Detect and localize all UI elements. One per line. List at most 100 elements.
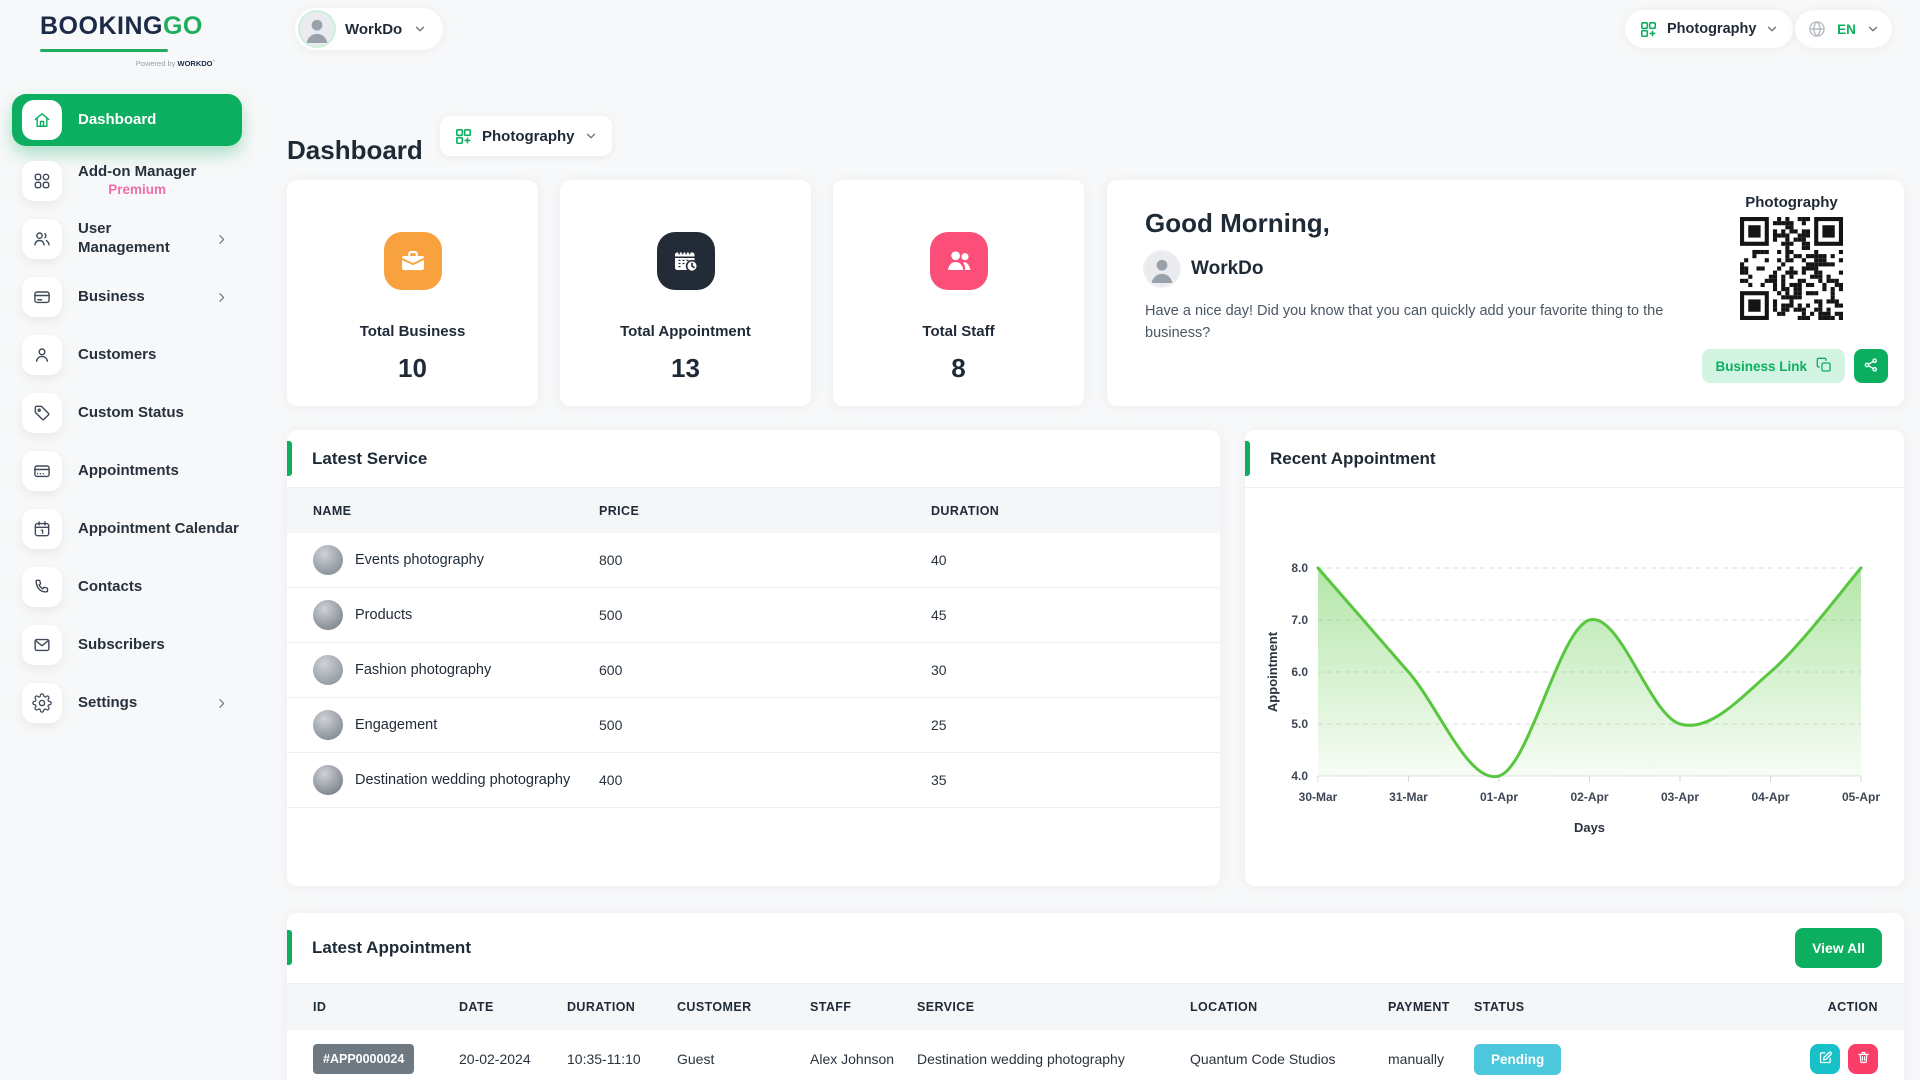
share-button[interactable]	[1854, 349, 1888, 383]
page-title: Dashboard	[287, 135, 423, 166]
service-name: Engagement	[355, 717, 437, 733]
chevron-down-icon	[413, 22, 427, 36]
credit-card-icon	[22, 277, 62, 317]
business-selector-dropdown[interactable]: Photography	[1625, 10, 1793, 48]
trash-icon	[1856, 1050, 1871, 1068]
appointment-id-badge[interactable]: #APP0000024	[313, 1044, 414, 1074]
service-duration: 25	[931, 717, 1194, 733]
sidebar-item-contacts[interactable]: Contacts	[12, 558, 242, 616]
service-table-header: NAMEPRICEDURATION	[287, 488, 1220, 533]
svg-text:03-Apr: 03-Apr	[1661, 790, 1699, 804]
recent-appointment-card: Recent Appointment 8.07.06.05.04.030-Mar…	[1245, 430, 1904, 886]
service-thumbnail	[313, 710, 343, 740]
service-price: 600	[599, 662, 931, 678]
user-icon	[22, 335, 62, 375]
service-row[interactable]: Fashion photography 60030	[287, 643, 1220, 698]
calendar-icon	[22, 509, 62, 549]
sidebar-item-settings[interactable]: Settings	[12, 674, 242, 732]
service-thumbnail	[313, 600, 343, 630]
sidebar-item-appointment-calendar[interactable]: Appointment Calendar	[12, 500, 242, 558]
app-logo: BOOKINGGO Powered by WORKDO`	[40, 14, 215, 68]
chevron-down-icon	[1866, 22, 1880, 36]
column-header: DATE	[459, 1000, 567, 1014]
briefcase-icon	[384, 232, 442, 290]
sidebar-item-label: User Management	[78, 220, 199, 258]
appointment-staff: Alex Johnson	[810, 1051, 917, 1067]
page-business-filter-dropdown[interactable]: Photography	[440, 116, 612, 156]
latest-appointment-title: Latest Appointment	[312, 938, 471, 958]
column-header: ACTION	[1761, 1000, 1878, 1014]
edit-button[interactable]	[1810, 1044, 1840, 1074]
service-name: Destination wedding photography	[355, 772, 570, 788]
logo-text: BOOKINGGO	[40, 14, 215, 39]
stat-card-total-staff: Total Staff8	[833, 180, 1084, 406]
service-row[interactable]: Destination wedding photography40035	[287, 753, 1220, 808]
appointment-payment: manually	[1388, 1051, 1474, 1067]
appointment-table-header: IDDATEDURATIONCUSTOMERSTAFFSERVICELOCATI…	[287, 984, 1904, 1030]
sidebar-item-label: Dashboard	[78, 111, 156, 130]
home-icon	[22, 100, 62, 140]
service-duration: 40	[931, 552, 1194, 568]
sidebar-item-business[interactable]: Business	[12, 268, 242, 326]
latest-service-title: Latest Service	[312, 449, 427, 469]
svg-text:Appointment: Appointment	[1265, 631, 1280, 712]
sidebar-item-custom-status[interactable]: Custom Status	[12, 384, 242, 442]
stat-card-total-business: Total Business10	[287, 180, 538, 406]
sidebar-item-customers[interactable]: Customers	[12, 326, 242, 384]
svg-text:02-Apr: 02-Apr	[1570, 790, 1608, 804]
stat-label: Total Business	[360, 323, 466, 340]
calendar-clock-icon	[657, 232, 715, 290]
appointment-chart: 8.07.06.05.04.030-Mar31-Mar01-Apr02-Apr0…	[1263, 526, 1883, 861]
column-header: ID	[313, 1000, 459, 1014]
chevron-down-icon	[1765, 22, 1779, 36]
business-link-copy-button[interactable]: Business Link	[1702, 349, 1845, 383]
sidebar-item-appointments[interactable]: Appointments	[12, 442, 242, 500]
svg-text:4.0: 4.0	[1291, 769, 1308, 783]
service-price: 500	[599, 717, 931, 733]
chevron-down-icon	[584, 129, 598, 143]
sidebar-item-dashboard[interactable]: Dashboard	[12, 94, 242, 146]
service-row[interactable]: Events photography80040	[287, 533, 1220, 588]
svg-text:5.0: 5.0	[1291, 717, 1308, 731]
latest-service-card: Latest Service NAMEPRICEDURATION Events …	[287, 430, 1220, 886]
sidebar-item-label: Contacts	[78, 578, 142, 597]
section-accent-bar	[1245, 441, 1250, 476]
svg-text:8.0: 8.0	[1291, 561, 1308, 575]
service-row[interactable]: Products50045	[287, 588, 1220, 643]
service-thumbnail	[313, 545, 343, 575]
workspace-dropdown[interactable]: WorkDo	[295, 8, 443, 50]
service-row[interactable]: Engagement 50025	[287, 698, 1220, 753]
recent-appointment-title: Recent Appointment	[1270, 449, 1436, 469]
chevron-right-icon	[215, 233, 228, 246]
delete-button[interactable]	[1848, 1044, 1878, 1074]
business-selector-label: Photography	[1667, 21, 1756, 37]
edit-icon	[1818, 1050, 1833, 1068]
greeting-user-name: WorkDo	[1191, 258, 1263, 280]
view-all-button[interactable]: View All	[1795, 928, 1882, 968]
svg-text:6.0: 6.0	[1291, 665, 1308, 679]
column-header: DURATION	[931, 504, 1194, 518]
users-icon	[22, 219, 62, 259]
service-duration: 45	[931, 607, 1194, 623]
sidebar-item-add-on-manager[interactable]: Add-on ManagerPremium	[12, 152, 242, 210]
grid-icon	[22, 161, 62, 201]
section-accent-bar	[287, 441, 292, 476]
svg-text:Days: Days	[1574, 820, 1605, 835]
sidebar-item-label: Customers	[78, 346, 156, 365]
svg-text:01-Apr: 01-Apr	[1480, 790, 1518, 804]
stat-label: Total Appointment	[620, 323, 751, 340]
language-label: EN	[1837, 22, 1856, 37]
column-header: LOCATION	[1190, 1000, 1388, 1014]
column-header: PAYMENT	[1388, 1000, 1474, 1014]
language-dropdown[interactable]: EN	[1795, 10, 1892, 48]
business-qr-code	[1740, 217, 1843, 320]
stat-value: 13	[671, 353, 700, 384]
copy-icon	[1816, 357, 1832, 376]
svg-text:05-Apr: 05-Apr	[1842, 790, 1880, 804]
sidebar-item-label: Appointments	[78, 462, 179, 481]
sidebar-item-user-management[interactable]: User Management	[12, 210, 242, 268]
grid-plus-icon	[1639, 20, 1658, 39]
sidebar-item-subscribers[interactable]: Subscribers	[12, 616, 242, 674]
service-name: Fashion photography	[355, 662, 491, 678]
service-duration: 30	[931, 662, 1194, 678]
